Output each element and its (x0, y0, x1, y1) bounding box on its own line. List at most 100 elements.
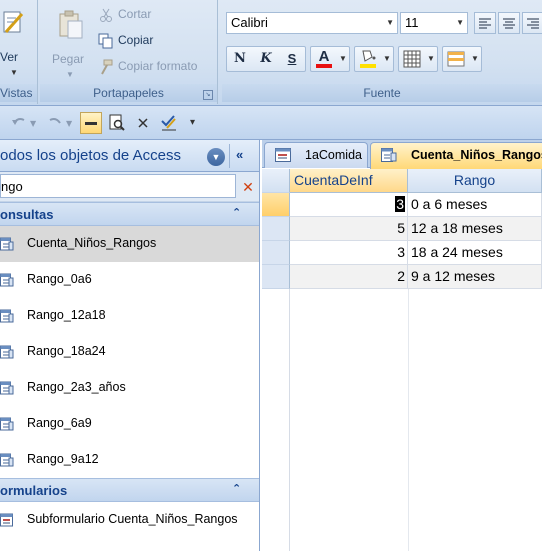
query-icon (0, 453, 14, 467)
chevron-down-icon[interactable]: ▼ (337, 47, 349, 71)
nav-item-query[interactable]: Rango_18a24 (0, 334, 259, 370)
document-area: 1aComida Cuenta_Niños_Rangos CuentaDeInf… (262, 140, 542, 551)
column-header[interactable]: Rango (408, 169, 542, 193)
row-selector[interactable] (262, 265, 290, 289)
row-selector[interactable] (262, 193, 290, 217)
nav-item-label: Rango_2a3_años (27, 380, 126, 394)
nav-item-query[interactable]: Rango_2a3_años (0, 370, 259, 406)
column-header[interactable]: CuentaDeInf (290, 169, 408, 193)
font-name-combo[interactable]: Calibri ▼ (226, 12, 398, 34)
cell-value: 3 (395, 196, 405, 212)
nav-item-form[interactable]: Subformulario Cuenta_Niños_Rangos (0, 502, 259, 538)
clipboard-dialog-launcher[interactable]: ↘ (203, 90, 213, 100)
table-cell[interactable]: 12 a 18 meses (408, 217, 542, 241)
tab-cuenta-ninos-rangos[interactable]: Cuenta_Niños_Rangos (370, 142, 542, 169)
nav-item-query[interactable]: Rango_6a9 (0, 406, 259, 442)
nav-item-label: Cuenta_Niños_Rangos (27, 236, 157, 250)
underline-button[interactable]: S (279, 47, 305, 71)
nav-item-query[interactable]: Cuenta_Niños_Rangos (0, 226, 259, 262)
row-height-button[interactable] (80, 112, 102, 134)
chevron-down-icon[interactable]: ▼ (469, 47, 481, 71)
alternate-fill-button[interactable]: ▼ (442, 46, 482, 72)
select-all-cell[interactable] (262, 169, 290, 193)
table-cell[interactable]: 9 a 12 meses (408, 265, 542, 289)
collapse-pane-icon[interactable]: « (236, 147, 243, 162)
clear-search-icon[interactable]: ✕ (238, 176, 258, 198)
query-icon (0, 273, 14, 287)
table-cell[interactable]: 3 (290, 193, 408, 217)
nav-item-query[interactable]: Rango_0a6 (0, 262, 259, 298)
fill-color-button[interactable]: ▼ (354, 46, 394, 72)
customize-toolbar-icon[interactable]: ▾ (190, 114, 195, 132)
views-group-label: Vistas (0, 84, 37, 102)
align-left-icon (479, 18, 491, 29)
svg-text:▼: ▼ (30, 119, 37, 128)
chevron-down-icon: ▼ (456, 18, 464, 27)
chevron-down-icon[interactable]: ▼ (425, 47, 437, 71)
nav-search-bar: ✕ (0, 172, 259, 202)
section-label: ormularios (0, 483, 68, 498)
italic-button[interactable]: K (253, 47, 279, 71)
text-style-buttons: N K S (226, 46, 306, 72)
paste-button[interactable]: Pegar ▼ (46, 4, 92, 80)
nav-section-forms[interactable]: ormularios ⌃ (0, 478, 259, 502)
query-icon (0, 381, 14, 395)
delete-button[interactable] (132, 112, 154, 134)
view-button[interactable]: Ver ▼ (0, 0, 36, 80)
table-cell[interactable]: 18 a 24 meses (408, 241, 542, 265)
nav-header[interactable]: odos los objetos de Access ▼ « (0, 140, 259, 172)
table-cell[interactable]: 5 (290, 217, 408, 241)
spelling-button[interactable] (158, 112, 180, 134)
clipboard-group-label: Portapapeles (40, 84, 217, 102)
chevron-up-double-icon[interactable]: ⌃ (232, 206, 241, 219)
nav-item-query[interactable]: Rango_12a18 (0, 298, 259, 334)
chevron-up-double-icon[interactable]: ⌃ (232, 482, 241, 495)
table-cell[interactable]: 2 (290, 265, 408, 289)
tab-label: 1aComida (305, 148, 362, 162)
table-cell[interactable]: 3 (290, 241, 408, 265)
format-painter-button[interactable]: Copiar formato (98, 56, 197, 76)
svg-text:▼: ▼ (66, 119, 73, 128)
table-row: 3 0 a 6 meses (262, 193, 542, 217)
datasheet-empty-area (262, 289, 542, 551)
nav-section-queries[interactable]: onsultas ⌃ (0, 202, 259, 226)
align-left-button[interactable] (474, 12, 496, 34)
undo-button[interactable]: ▼ (10, 114, 40, 132)
print-preview-button[interactable] (106, 112, 128, 134)
row-selector[interactable] (262, 217, 290, 241)
document-tabs: 1aComida Cuenta_Niños_Rangos (262, 140, 542, 169)
table-cell[interactable]: 0 a 6 meses (408, 193, 542, 217)
copy-icon (98, 33, 114, 49)
query-icon (381, 148, 397, 162)
copy-button[interactable]: Copiar (98, 30, 153, 50)
nav-item-label: Subformulario Cuenta_Niños_Rangos (27, 512, 238, 526)
nav-search-input[interactable] (0, 174, 236, 198)
redo-icon: ▼ (49, 118, 73, 128)
font-size-combo[interactable]: 11 ▼ (400, 12, 468, 34)
chevron-down-icon[interactable]: ▼ (381, 47, 393, 71)
quick-access-toolbar: ▼ ▼ ▾ (0, 106, 542, 140)
minus-icon (85, 122, 97, 125)
align-right-button[interactable] (522, 12, 542, 34)
font-color-button[interactable]: A ▼ (310, 46, 350, 72)
spelling-icon (161, 115, 176, 131)
copy-label: Copiar (118, 33, 154, 47)
bold-button[interactable]: N (227, 47, 253, 71)
query-icon (0, 345, 14, 359)
chevron-down-icon[interactable]: ▼ (207, 148, 225, 166)
align-center-button[interactable] (498, 12, 520, 34)
cut-button[interactable]: Cortar (98, 4, 151, 24)
redo-button[interactable]: ▼ (46, 114, 76, 132)
undo-icon: ▼ (12, 118, 37, 128)
gridlines-button[interactable]: ▼ (398, 46, 438, 72)
row-selector[interactable] (262, 241, 290, 265)
format-painter-icon (98, 59, 114, 75)
paste-dropdown-icon: ▼ (66, 70, 74, 79)
section-label: onsultas (0, 207, 54, 222)
query-icon (0, 417, 14, 431)
format-painter-label: Copiar formato (118, 59, 198, 73)
close-icon (138, 118, 148, 128)
tab-1acomida[interactable]: 1aComida (264, 142, 368, 168)
navigation-pane: odos los objetos de Access ▼ « ✕ onsulta… (0, 140, 260, 551)
nav-item-query[interactable]: Rango_9a12 (0, 442, 259, 478)
